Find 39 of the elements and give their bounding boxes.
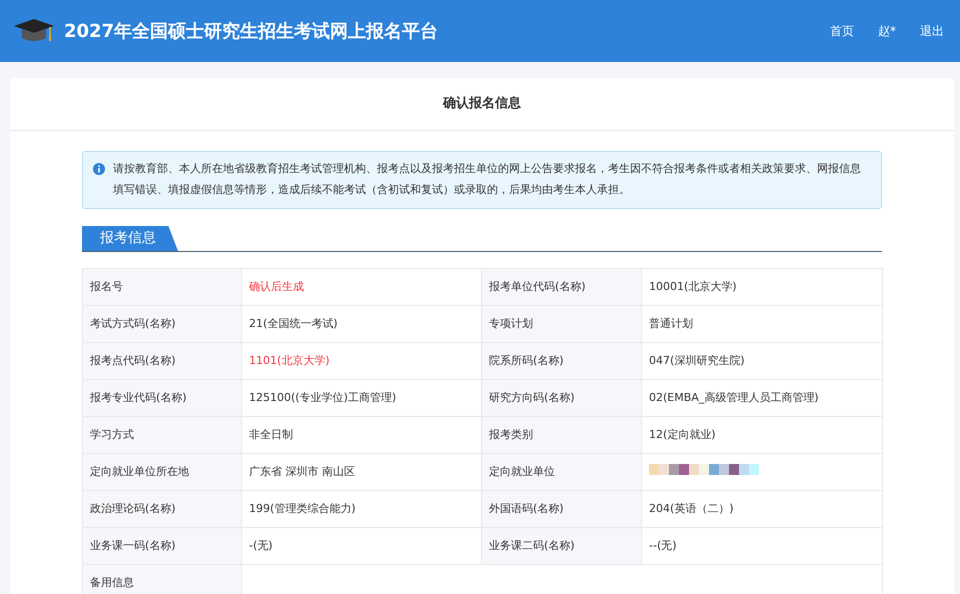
field-label: 研究方向码(名称): [482, 380, 642, 416]
field-value: -(无): [249, 538, 273, 552]
field-value: 1101(北京大学): [249, 354, 330, 367]
field-label: 业务课一码(名称): [82, 528, 242, 564]
nav-link[interactable]: 首页: [830, 22, 854, 40]
field-value: 125100((专业学位)工商管理): [249, 390, 396, 404]
field-value: 204(英语（二）): [649, 502, 734, 515]
field-label: 报考类别: [482, 416, 642, 454]
field-label: 政治理论码(名称): [82, 490, 242, 528]
info-icon: [93, 163, 105, 175]
field-value: 12(定向就业): [649, 428, 716, 441]
field-label: 学习方式: [82, 416, 242, 454]
field-label: 备用信息: [82, 564, 242, 594]
field-value: 047(深圳研究生院): [649, 354, 745, 367]
field-value: 02(EMBA_高级管理人员工商管理): [649, 390, 819, 404]
field-label: 考试方式码(名称): [82, 306, 242, 342]
card-title: 确认报名信息: [443, 95, 521, 114]
field-label: 定向就业单位: [482, 454, 642, 490]
field-label: 院系所码(名称): [482, 342, 642, 380]
site-title: 2027年全国硕士研究生招生考试网上报名平台: [64, 20, 438, 44]
field-value: 确认后生成: [249, 280, 304, 293]
field-label: 报考单位代码(名称): [482, 268, 642, 306]
field-label: 定向就业单位所在地: [82, 454, 242, 490]
nav-link[interactable]: 退出: [920, 22, 944, 40]
field-value: 10001(北京大学): [649, 280, 737, 293]
notice-text: 请按教育部、本人所在地省级教育招生考试管理机构、报考点以及报考招生单位的网上公告要求报名，考生因不符合报考条件或者相关政策要求、网报信息填写错误、填报虚假信息等情形，造成后续不能考试（含初试和复试）或录取的，后果均由考生本人承担。: [113, 161, 862, 198]
field-value: 21(全国统一考试): [249, 316, 338, 330]
field-value: 199(管理类综合能力): [249, 502, 356, 515]
field-label: 业务课二码(名称): [482, 528, 642, 564]
field-value: 普通计划: [649, 316, 693, 330]
field-label: 专项计划: [482, 306, 642, 342]
field-label: 报考专业代码(名称): [82, 380, 242, 416]
field-value: 广东省 深圳市 南山区: [249, 464, 355, 478]
field-label: 外国语码(名称): [482, 490, 642, 528]
field-label: 报名号: [82, 268, 242, 306]
field-label: 报考点代码(名称): [82, 342, 242, 380]
field-value: --(无): [649, 538, 677, 552]
nav-link[interactable]: 赵*: [878, 22, 896, 40]
field-value: 非全日制: [249, 428, 293, 441]
